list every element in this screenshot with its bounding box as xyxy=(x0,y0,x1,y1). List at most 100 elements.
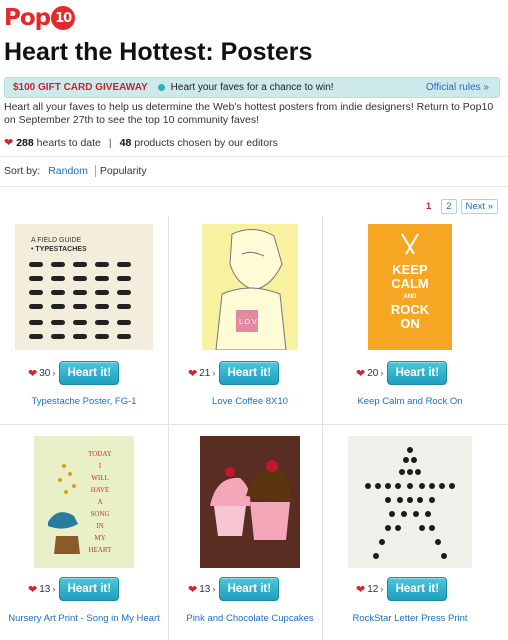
hearts-count: 288 xyxy=(16,136,34,149)
sort-label: Sort by: xyxy=(4,165,41,177)
heart-icon: ❤ xyxy=(188,583,198,596)
pop10-logo[interactable]: Pop 10 xyxy=(4,4,76,32)
thumb-text: TODAY xyxy=(88,450,112,458)
logo-text: Pop xyxy=(4,5,51,31)
logo-number: 10 xyxy=(51,6,76,30)
product-card: KEEP CALM AND ROCK ON ❤ 20 › Heart it! Kee… xyxy=(330,216,490,424)
thumb-text: L O V E xyxy=(239,319,264,326)
giveaway-banner: $100 GIFT CARD GIVEAWAY Heart your faves… xyxy=(4,77,500,98)
product-grid: A FIELD GUIDE • TYPESTACHES ❤ 30 › Heart i… xyxy=(0,216,508,640)
product-title-link[interactable]: Love Coffee 8X10 xyxy=(166,396,334,407)
heart-count-value: 30 xyxy=(39,367,51,379)
heart-it-button[interactable]: Heart it! xyxy=(59,361,120,385)
product-title-link[interactable]: Keep Calm and Rock On xyxy=(326,396,494,407)
thumb-text: A FIELD GUIDE xyxy=(31,237,82,244)
chevron-right-icon: › xyxy=(212,584,216,594)
sort-popularity-option[interactable]: Popularity xyxy=(100,165,147,177)
sort-bar: Sort by: Random Popularity xyxy=(4,165,147,177)
intro-text: Heart all your faves to help us determin… xyxy=(4,101,494,126)
heart-icon: ❤ xyxy=(188,367,198,380)
heart-it-button[interactable]: Heart it! xyxy=(387,361,448,385)
rockstar-star-print xyxy=(365,447,455,559)
divider-line xyxy=(0,156,508,157)
thumb-text: A xyxy=(97,498,102,506)
grid-divider xyxy=(0,424,508,425)
giveaway-label: $100 GIFT CARD GIVEAWAY xyxy=(13,82,148,93)
product-image[interactable]: A FIELD GUIDE • TYPESTACHES xyxy=(15,224,153,350)
heart-icon: ❤ xyxy=(28,367,38,380)
heart-actions: ❤ 30 › Heart it! xyxy=(28,361,120,385)
heart-count[interactable]: ❤ 13 › xyxy=(188,583,215,596)
heart-count-value: 21 xyxy=(199,367,211,379)
heart-it-button[interactable]: Heart it! xyxy=(219,361,280,385)
product-image[interactable] xyxy=(200,436,300,568)
heart-count[interactable]: ❤ 30 › xyxy=(28,367,55,380)
heart-count[interactable]: ❤ 13 › xyxy=(28,583,55,596)
giveaway-message: Heart your faves for a chance to win! xyxy=(170,82,334,93)
thumb-text: IN xyxy=(96,522,103,530)
bullet-dot-icon xyxy=(157,84,165,91)
divider: | xyxy=(108,136,112,149)
heart-count[interactable]: ❤ 20 › xyxy=(356,367,383,380)
product-image[interactable]: L O V E xyxy=(202,224,298,350)
heart-icon: ❤ xyxy=(356,583,366,596)
product-card: ❤ 12 › Heart it! RockStar Letter Press Pri… xyxy=(330,432,490,640)
bird-icon xyxy=(48,512,78,529)
guitars-icon xyxy=(401,233,419,255)
products-count: 48 xyxy=(119,136,132,149)
love-coffee-illustration: L O V E xyxy=(215,229,287,350)
heart-icon: ❤ xyxy=(356,367,366,380)
thumb-text: SONG xyxy=(90,510,109,518)
products-label: products chosen by our editors xyxy=(134,136,278,149)
thumb-text: WILL xyxy=(91,474,109,482)
stump-icon xyxy=(54,536,80,554)
cupcakes-illustration xyxy=(210,460,291,540)
chevron-right-icon: › xyxy=(52,368,56,378)
heart-it-button[interactable]: Heart it! xyxy=(219,577,280,601)
heart-actions: ❤ 20 › Heart it! xyxy=(356,361,448,385)
heart-count[interactable]: ❤ 12 › xyxy=(356,583,383,596)
heart-icon: ❤ xyxy=(4,137,14,149)
chevron-right-icon: › xyxy=(380,368,384,378)
sort-random-option[interactable]: Random xyxy=(48,165,88,177)
heart-it-button[interactable]: Heart it! xyxy=(387,577,448,601)
product-card: TODAY I WILL HAVE A SONG IN MY HEART ❤ 13… xyxy=(4,432,164,640)
heart-actions: ❤ 12 › Heart it! xyxy=(356,577,448,601)
official-rules-link[interactable]: Official rules » xyxy=(426,82,489,93)
chevron-right-icon: › xyxy=(212,368,216,378)
product-image[interactable]: KEEP CALM AND ROCK ON xyxy=(368,224,452,350)
hearts-label: hearts to date xyxy=(36,136,101,149)
product-title-link[interactable]: Nursery Art Print - Song in My Heart xyxy=(0,613,168,624)
product-image[interactable] xyxy=(348,436,472,568)
thumb-text: AND xyxy=(404,294,418,300)
thumb-text: • TYPESTACHES xyxy=(31,246,87,253)
page-2-link[interactable]: 2 xyxy=(441,199,457,214)
product-card: A FIELD GUIDE • TYPESTACHES ❤ 30 › Heart i… xyxy=(4,216,164,424)
chevron-right-icon: › xyxy=(52,584,56,594)
page-title: Heart the Hottest: Posters xyxy=(4,38,313,66)
product-title-link[interactable]: RockStar Letter Press Print xyxy=(326,613,494,624)
heart-actions: ❤ 13 › Heart it! xyxy=(188,577,280,601)
product-title-link[interactable]: Pink and Chocolate Cupcakes xyxy=(166,613,334,624)
stats-line: ❤ 288 hearts to date | 48 products chose… xyxy=(4,136,278,150)
product-card: L O V E ❤ 21 › Heart it! Love Coffee 8X10 xyxy=(170,216,330,424)
grid-divider xyxy=(168,216,169,640)
heart-actions: ❤ 21 › Heart it! xyxy=(188,361,280,385)
next-page-link[interactable]: Next » xyxy=(460,199,498,214)
heart-count[interactable]: ❤ 21 › xyxy=(188,367,215,380)
divider-line xyxy=(0,186,508,187)
typestache-chart-image: A FIELD GUIDE • TYPESTACHES xyxy=(29,237,131,339)
thumb-text: KEEP xyxy=(392,262,428,277)
heart-it-button[interactable]: Heart it! xyxy=(59,577,120,601)
keep-calm-poster: KEEP CALM AND ROCK ON xyxy=(391,233,430,331)
heart-count-value: 13 xyxy=(39,583,51,595)
product-image[interactable]: TODAY I WILL HAVE A SONG IN MY HEART xyxy=(34,436,134,568)
pagination: 1 2 Next » xyxy=(426,199,498,214)
heart-actions: ❤ 13 › Heart it! xyxy=(28,577,120,601)
page-current: 1 xyxy=(425,201,432,212)
song-in-heart-print: TODAY I WILL HAVE A SONG IN MY HEART xyxy=(48,450,112,554)
thumb-text: ROCK xyxy=(391,302,430,317)
thumb-text: ON xyxy=(400,316,420,331)
product-title-link[interactable]: Typestache Poster, FG-1 xyxy=(0,396,168,407)
heart-count-value: 20 xyxy=(367,367,379,379)
